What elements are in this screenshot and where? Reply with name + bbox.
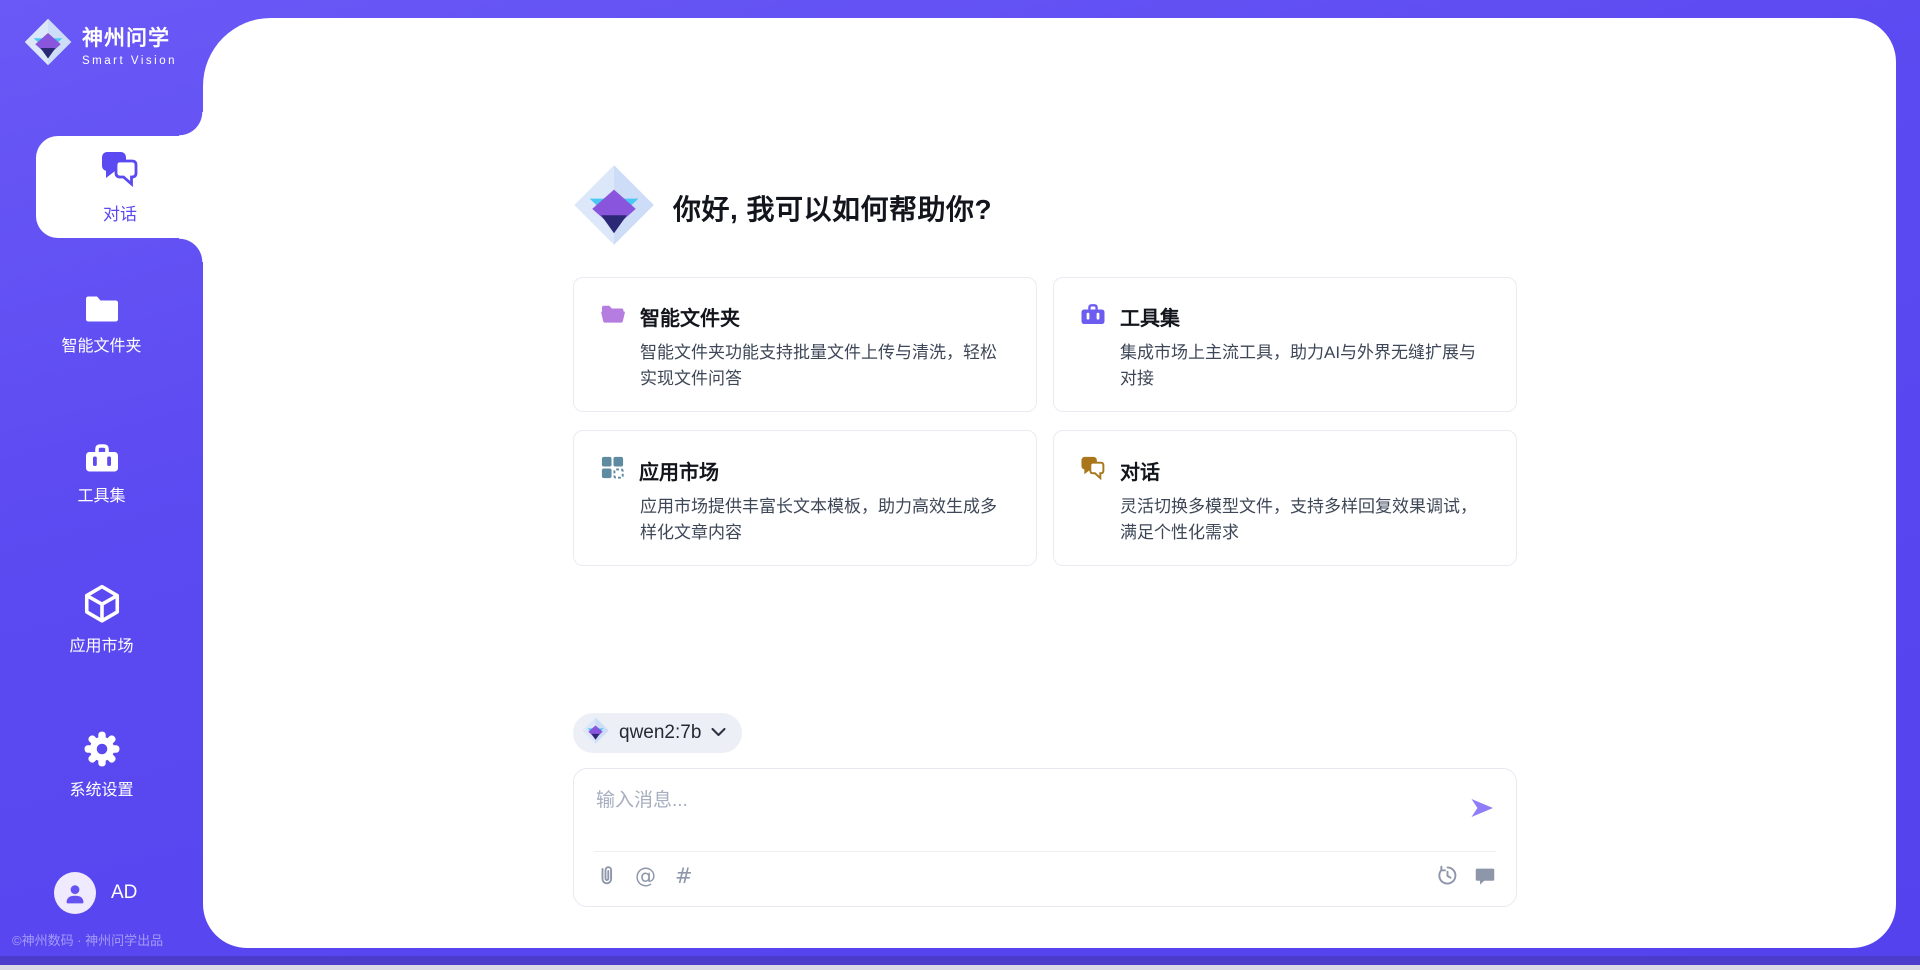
attachment-button[interactable] (596, 864, 616, 888)
brand-logo-icon (24, 18, 72, 71)
chat-bubbles-icon (100, 149, 140, 192)
card-title: 应用市场 (639, 456, 719, 485)
copyright: ©神州数码 · 神州问学出品 (12, 930, 163, 949)
brand-subtitle: Smart Vision (82, 55, 177, 67)
sidebar-item-label: 对话 (103, 200, 137, 225)
card-description: 灵活切换多模型文件，支持多样回复效果调试，满足个性化需求 (1120, 494, 1490, 545)
model-selector[interactable]: qwen2:7b (573, 713, 742, 753)
sidebar: 神州问学 Smart Vision 对话 智能文件夹 (0, 0, 203, 970)
tab-fillet-top (179, 112, 203, 136)
model-name: qwen2:7b (619, 722, 701, 744)
sidebar-item-tools[interactable]: 工具集 (0, 440, 203, 505)
toolbox-icon (1080, 302, 1106, 331)
card-title: 工具集 (1120, 302, 1180, 331)
cube-icon (83, 584, 121, 629)
avatar (54, 872, 96, 914)
tab-fillet-bottom (179, 238, 203, 262)
app-grid-icon (600, 455, 625, 485)
sidebar-item-label: 工具集 (77, 489, 125, 505)
card-smart-folders[interactable]: 智能文件夹 智能文件夹功能支持批量文件上传与清洗，轻松实现文件问答 (573, 277, 1037, 412)
card-title: 智能文件夹 (640, 302, 740, 331)
sidebar-item-label: 智能文件夹 (61, 339, 141, 355)
bottom-light-strip (0, 965, 1920, 970)
hash-icon: # (675, 864, 693, 888)
bottom-dark-strip (0, 956, 1920, 965)
gear-icon (83, 730, 121, 773)
feedback-button[interactable] (1474, 865, 1496, 887)
history-button[interactable] (1436, 864, 1459, 887)
chat-bubbles-icon (1080, 455, 1106, 485)
feature-cards: 智能文件夹 智能文件夹功能支持批量文件上传与清洗，轻松实现文件问答 (573, 277, 1517, 566)
sidebar-item-chat[interactable]: 对话 (36, 136, 204, 238)
chat-square-icon (1474, 875, 1496, 890)
mention-button[interactable]: @ (635, 866, 656, 887)
user-account[interactable]: AD (54, 872, 137, 914)
history-icon (1436, 875, 1459, 890)
user-name: AD (111, 882, 137, 904)
brand: 神州问学 Smart Vision (24, 18, 177, 71)
greeting: 你好, 我可以如何帮助你? (573, 164, 992, 251)
card-app-market[interactable]: 应用市场 应用市场提供丰富长文本模板，助力高效生成多样化文章内容 (573, 430, 1037, 566)
brand-name: 神州问学 (82, 22, 177, 52)
greeting-logo-icon (573, 164, 655, 251)
topic-button[interactable]: # (675, 866, 693, 887)
card-description: 智能文件夹功能支持批量文件上传与清洗，轻松实现文件问答 (640, 340, 1010, 391)
sidebar-item-folders[interactable]: 智能文件夹 (0, 292, 203, 355)
card-toolset[interactable]: 工具集 集成市场上主流工具，助力AI与外界无缝扩展与对接 (1053, 277, 1517, 412)
message-input[interactable] (596, 785, 1456, 841)
sidebar-item-market[interactable]: 应用市场 (0, 584, 203, 655)
composer-divider (594, 851, 1496, 852)
folder-icon (84, 292, 120, 329)
at-icon: @ (635, 864, 656, 888)
chevron-down-icon (711, 724, 726, 742)
card-title: 对话 (1120, 456, 1160, 485)
sidebar-item-label: 应用市场 (69, 639, 133, 655)
toolbox-icon (84, 440, 120, 479)
message-composer: @ # (573, 768, 1517, 907)
send-button[interactable] (1468, 796, 1496, 822)
card-chat[interactable]: 对话 灵活切换多模型文件，支持多样回复效果调试，满足个性化需求 (1053, 430, 1517, 566)
folder-open-icon (600, 302, 626, 331)
greeting-text: 你好, 我可以如何帮助你? (673, 188, 992, 228)
sidebar-item-settings[interactable]: 系统设置 (0, 730, 203, 799)
model-logo-icon (582, 717, 609, 749)
paperclip-icon (596, 876, 616, 891)
sidebar-item-label: 系统设置 (69, 783, 133, 799)
card-description: 应用市场提供丰富长文本模板，助力高效生成多样化文章内容 (640, 494, 1010, 545)
card-description: 集成市场上主流工具，助力AI与外界无缝扩展与对接 (1120, 340, 1490, 391)
